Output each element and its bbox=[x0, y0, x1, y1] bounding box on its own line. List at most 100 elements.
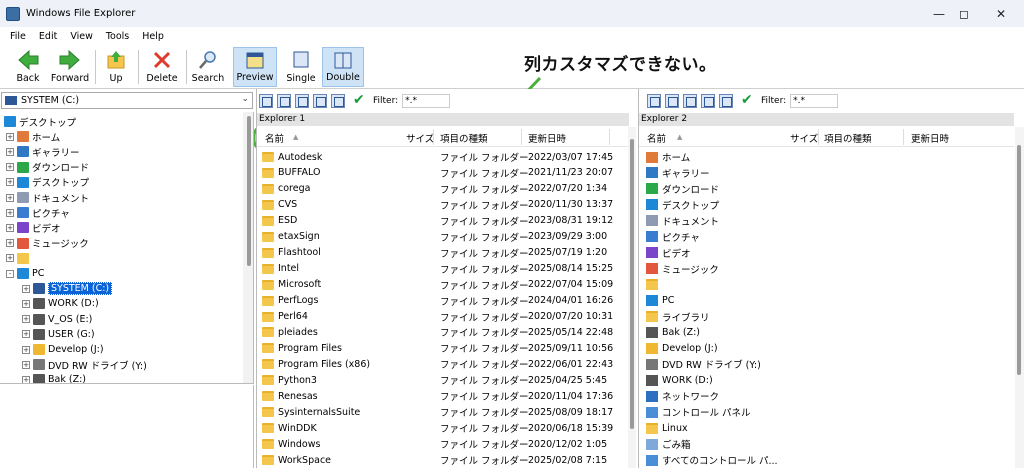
expand-icon[interactable]: + bbox=[22, 284, 30, 293]
file-row[interactable]: DVD RW ドライブ (Y:) bbox=[646, 356, 1006, 372]
file-row[interactable]: Linux bbox=[646, 420, 1006, 436]
expand-icon[interactable]: + bbox=[22, 345, 30, 354]
file-row[interactable]: Python3 ファイル フォルダー 2025/04/25 5:45 bbox=[262, 372, 626, 388]
filter-input[interactable]: *.* bbox=[790, 94, 839, 108]
tree-item[interactable]: + V_OS (E:) bbox=[22, 312, 92, 327]
column-date[interactable]: 更新日時 bbox=[911, 131, 949, 145]
expand-icon[interactable]: + bbox=[6, 178, 14, 187]
column-name[interactable]: 名前 bbox=[265, 131, 284, 145]
file-row[interactable]: Windows ファイル フォルダー 2020/12/02 1:05 bbox=[262, 436, 626, 452]
forward-button[interactable]: Forward bbox=[48, 47, 92, 87]
file-row[interactable]: Autodesk ファイル フォルダー 2022/03/07 17:45 bbox=[262, 149, 626, 165]
tree-item[interactable]: + DVD RW ドライブ (Y:) bbox=[22, 357, 147, 372]
tree-item[interactable]: デスクトップ bbox=[4, 114, 76, 129]
expand-icon[interactable]: + bbox=[22, 360, 30, 369]
expand-icon[interactable]: + bbox=[6, 208, 14, 217]
tree-item[interactable]: + ドキュメント bbox=[6, 190, 89, 205]
expand-icon[interactable]: + bbox=[6, 163, 14, 172]
search-button[interactable]: Search bbox=[190, 47, 226, 87]
details-view-icon[interactable] bbox=[313, 94, 327, 108]
tree-item[interactable]: + WORK (D:) bbox=[22, 296, 99, 311]
file-row[interactable]: ピクチャ bbox=[646, 229, 1006, 245]
large-icons-icon[interactable] bbox=[259, 94, 273, 108]
tree-item[interactable]: + Bak (Z:) bbox=[22, 372, 86, 383]
file-row[interactable]: WorkSpace ファイル フォルダー 2025/02/08 7:15 bbox=[262, 452, 626, 468]
tree-item[interactable]: + ギャラリー bbox=[6, 144, 80, 159]
collapse-icon[interactable]: - bbox=[6, 269, 14, 278]
menu-edit[interactable]: Edit bbox=[39, 31, 57, 42]
menu-tools[interactable]: Tools bbox=[106, 31, 129, 42]
tiles-view-icon[interactable] bbox=[331, 94, 345, 108]
expand-icon[interactable]: + bbox=[6, 147, 14, 156]
file-row[interactable]: Perl64 ファイル フォルダー 2020/07/20 10:31 bbox=[262, 309, 626, 325]
folder-tree[interactable]: デスクトップ + ホーム + ギャラリー + ダウンロード + デスクトップ + ドキュメント + ピク… bbox=[0, 112, 254, 384]
tree-item[interactable]: + bbox=[6, 251, 32, 266]
filter-input[interactable]: *.* bbox=[402, 94, 451, 108]
list-view-icon[interactable] bbox=[295, 94, 309, 108]
file-row[interactable]: Bak (Z:) bbox=[646, 324, 1006, 340]
file-row[interactable]: pleiades ファイル フォルダー 2025/05/14 22:48 bbox=[262, 324, 626, 340]
up-button[interactable]: Up bbox=[100, 47, 132, 87]
file-row[interactable]: Renesas ファイル フォルダー 2020/11/04 17:36 bbox=[262, 388, 626, 404]
file-row[interactable]: BUFFALO ファイル フォルダー 2021/11/23 20:07 bbox=[262, 165, 626, 181]
small-icons-icon[interactable] bbox=[665, 94, 679, 108]
tree-item[interactable]: + ミュージック bbox=[6, 236, 89, 251]
drive-selector[interactable]: SYSTEM (C:) ⌄ bbox=[1, 92, 253, 109]
file-row[interactable]: SysinternalsSuite ファイル フォルダー 2025/08/09 18… bbox=[262, 404, 626, 420]
file-row[interactable]: WinDDK ファイル フォルダー 2020/06/18 15:39 bbox=[262, 420, 626, 436]
delete-button[interactable]: Delete bbox=[144, 47, 180, 87]
file-row[interactable]: etaxSign ファイル フォルダー 2023/09/29 3:00 bbox=[262, 229, 626, 245]
double-button[interactable]: Double bbox=[322, 47, 364, 87]
file-row[interactable] bbox=[646, 277, 1006, 293]
expand-icon[interactable]: + bbox=[6, 223, 14, 232]
expand-icon[interactable]: + bbox=[22, 299, 30, 308]
menu-view[interactable]: View bbox=[70, 31, 93, 42]
file-row[interactable]: Program Files (x86) ファイル フォルダー 2022/06/01 … bbox=[262, 356, 626, 372]
expand-icon[interactable]: + bbox=[22, 375, 30, 383]
file-row[interactable]: Program Files ファイル フォルダー 2025/09/11 10:56 bbox=[262, 340, 626, 356]
file-row[interactable]: ホーム bbox=[646, 149, 1006, 165]
file-row[interactable]: コントロール パネル bbox=[646, 404, 1006, 420]
file-row[interactable]: デスクトップ bbox=[646, 197, 1006, 213]
maximize-button[interactable]: ◻ bbox=[947, 0, 981, 27]
back-button[interactable]: Back bbox=[8, 47, 48, 87]
tree-item[interactable]: + Develop (J:) bbox=[22, 342, 104, 357]
tiles-view-icon[interactable] bbox=[719, 94, 733, 108]
tree-item[interactable]: + ホーム bbox=[6, 129, 60, 144]
file-row[interactable]: ごみ箱 bbox=[646, 436, 1006, 452]
tree-item[interactable]: + ピクチャ bbox=[6, 205, 70, 220]
file-row[interactable]: PerfLogs ファイル フォルダー 2024/04/01 16:26 bbox=[262, 293, 626, 309]
tree-scrollbar[interactable] bbox=[243, 112, 253, 383]
column-size[interactable]: サイズ bbox=[406, 131, 434, 145]
apply-filter-check-icon[interactable]: ✔ bbox=[741, 93, 757, 109]
column-type[interactable]: 項目の種類 bbox=[440, 131, 488, 145]
explorer1-scrollbar[interactable] bbox=[628, 127, 636, 468]
details-view-icon[interactable] bbox=[701, 94, 715, 108]
tree-item[interactable]: + SYSTEM (C:) bbox=[22, 281, 113, 296]
file-row[interactable]: ネットワーク bbox=[646, 388, 1006, 404]
expand-icon[interactable]: + bbox=[22, 315, 30, 324]
tree-item[interactable]: - PC bbox=[6, 266, 44, 281]
file-row[interactable]: Intel ファイル フォルダー 2025/08/14 15:25 bbox=[262, 261, 626, 277]
file-row[interactable]: ギャラリー bbox=[646, 165, 1006, 181]
file-row[interactable]: CVS ファイル フォルダー 2020/11/30 13:37 bbox=[262, 197, 626, 213]
file-row[interactable]: ドキュメント bbox=[646, 213, 1006, 229]
expand-icon[interactable]: + bbox=[6, 132, 14, 141]
file-row[interactable]: ライブラリ bbox=[646, 309, 1006, 325]
title-bar[interactable]: Windows File Explorer — ◻ ✕ bbox=[0, 0, 1024, 27]
single-button[interactable]: Single bbox=[283, 47, 319, 87]
column-date[interactable]: 更新日時 bbox=[528, 131, 566, 145]
file-row[interactable]: Develop (J:) bbox=[646, 340, 1006, 356]
column-name[interactable]: 名前 bbox=[647, 131, 666, 145]
menu-file[interactable]: File bbox=[10, 31, 26, 42]
file-row[interactable]: ダウンロード bbox=[646, 181, 1006, 197]
column-type[interactable]: 項目の種類 bbox=[824, 131, 872, 145]
expand-icon[interactable]: + bbox=[6, 239, 14, 248]
small-icons-icon[interactable] bbox=[277, 94, 291, 108]
column-size[interactable]: サイズ bbox=[790, 131, 818, 145]
preview-button[interactable]: Preview bbox=[233, 47, 277, 87]
file-row[interactable]: Microsoft ファイル フォルダー 2022/07/04 15:09 bbox=[262, 277, 626, 293]
file-row[interactable]: ESD ファイル フォルダー 2023/08/31 19:12 bbox=[262, 213, 626, 229]
tree-item[interactable]: + ビデオ bbox=[6, 220, 61, 235]
file-row[interactable]: Flashtool ファイル フォルダー 2025/07/19 1:20 bbox=[262, 245, 626, 261]
